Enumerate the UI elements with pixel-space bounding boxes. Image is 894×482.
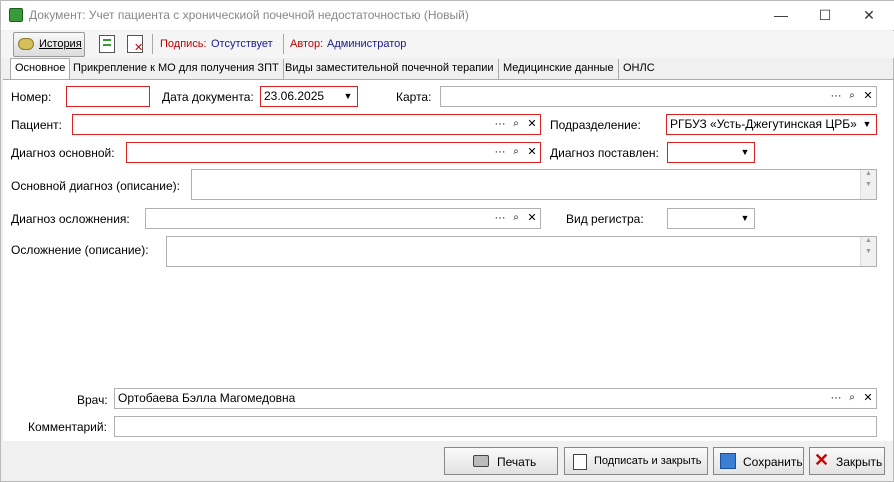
- main-diag-search-icon[interactable]: ⌕: [509, 144, 523, 161]
- main-diag-input[interactable]: ··· ⌕ ✕: [126, 142, 541, 163]
- print-button[interactable]: Печать: [444, 447, 558, 475]
- department-label: Подразделение:: [550, 118, 641, 132]
- scroll-down-icon[interactable]: ▼: [861, 181, 876, 188]
- registry-type-label: Вид регистра:: [566, 212, 644, 226]
- card-clear-icon[interactable]: ✕: [861, 88, 875, 105]
- doctor-clear-icon[interactable]: ✕: [861, 390, 875, 407]
- main-diag-desc-scrollbar[interactable]: ▲ ▼: [860, 170, 876, 199]
- document-window: Документ: Учет пациента с хроническиой п…: [0, 0, 894, 482]
- complication-search-icon[interactable]: ⌕: [509, 210, 523, 227]
- comment-label: Комментарий:: [28, 420, 107, 434]
- card-input[interactable]: ··· ⌕ ✕: [440, 86, 877, 107]
- card-search-icon[interactable]: ⌕: [845, 88, 859, 105]
- tab-onls[interactable]: ОНЛС: [619, 59, 659, 79]
- printer-icon: [473, 455, 489, 467]
- title-bar: Документ: Учет пациента с хроническиой п…: [1, 1, 894, 30]
- scroll-down-icon[interactable]: ▼: [861, 248, 876, 255]
- patient-ellipsis-icon[interactable]: ···: [493, 116, 507, 133]
- minimize-button[interactable]: —: [769, 5, 793, 25]
- department-select[interactable]: РГБУЗ «Усть-Джегутинская ЦРБ» ▼: [666, 114, 877, 135]
- toolbar-divider: [283, 34, 284, 54]
- number-input[interactable]: [66, 86, 150, 107]
- doc-date-dropdown-icon[interactable]: ▼: [339, 87, 357, 106]
- scroll-up-icon[interactable]: ▲: [861, 237, 876, 244]
- card-label: Карта:: [396, 90, 432, 104]
- tab-basic[interactable]: Основное: [10, 58, 71, 79]
- diag-set-select[interactable]: ▼: [667, 142, 755, 163]
- complication-desc-label: Осложнение (описание):: [11, 243, 149, 257]
- author-value: Администратор: [327, 38, 407, 50]
- maximize-button[interactable]: ☐: [813, 5, 837, 25]
- main-diag-ellipsis-icon[interactable]: ···: [493, 144, 507, 161]
- doc-date-input[interactable]: 23.06.2025 ▼: [260, 86, 358, 107]
- complication-desc-scrollbar[interactable]: ▲ ▼: [860, 237, 876, 266]
- close-button[interactable]: ✕ Закрыть: [809, 447, 885, 475]
- doctor-label: Врач:: [77, 393, 108, 407]
- sign-doc-icon[interactable]: [99, 35, 115, 53]
- tab-renal-therapy[interactable]: Виды заместительной почечной терапии: [281, 59, 499, 79]
- doctor-input[interactable]: Ортобаева Бэлла Магомедовна ··· ⌕ ✕: [114, 388, 877, 409]
- patient-search-icon[interactable]: ⌕: [509, 116, 523, 133]
- sign-doc-icon: [573, 454, 587, 470]
- complication-ellipsis-icon[interactable]: ···: [493, 210, 507, 227]
- history-button[interactable]: История: [13, 32, 85, 57]
- floppy-icon: [720, 453, 736, 469]
- author-label: Автор:: [290, 38, 324, 50]
- main-diag-clear-icon[interactable]: ✕: [525, 144, 539, 161]
- registry-type-dropdown-icon[interactable]: ▼: [736, 209, 754, 228]
- close-label: Закрыть: [836, 455, 883, 469]
- main-diag-label: Диагноз основной:: [11, 146, 115, 160]
- tab-mo-attachment[interactable]: Прикрепление к МО для получения ЗПТ: [69, 59, 284, 79]
- history-icon: [18, 38, 34, 50]
- doctor-ellipsis-icon[interactable]: ···: [829, 390, 843, 407]
- toolbar-divider: [152, 34, 153, 54]
- complication-clear-icon[interactable]: ✕: [525, 210, 539, 227]
- remove-sign-icon[interactable]: ✕: [127, 35, 143, 54]
- print-label: Печать: [497, 455, 537, 469]
- complication-diag-label: Диагноз осложнения:: [11, 212, 130, 226]
- main-diag-desc-textarea[interactable]: ▲ ▼: [191, 169, 877, 200]
- patient-input[interactable]: ··· ⌕ ✕: [72, 114, 541, 135]
- doc-date-value: 23.06.2025: [264, 89, 325, 103]
- complication-desc-textarea[interactable]: ▲ ▼: [166, 236, 877, 267]
- patient-clear-icon[interactable]: ✕: [525, 116, 539, 133]
- doctor-search-icon[interactable]: ⌕: [845, 390, 859, 407]
- diag-set-dropdown-icon[interactable]: ▼: [736, 143, 754, 162]
- patient-label: Пациент:: [11, 118, 63, 132]
- complication-diag-input[interactable]: ··· ⌕ ✕: [145, 208, 541, 229]
- number-label: Номер:: [11, 90, 52, 104]
- window-title: Документ: Учет пациента с хроническиой п…: [29, 8, 469, 22]
- comment-input[interactable]: [114, 416, 877, 437]
- card-ellipsis-icon[interactable]: ···: [829, 88, 843, 105]
- toolbar: История ✕ Подпись: Отсутствует Автор: Ад…: [1, 31, 894, 58]
- save-label: Сохранить: [743, 455, 803, 469]
- history-label: История: [39, 38, 82, 50]
- app-icon: [9, 8, 23, 22]
- doctor-value: Ортобаева Бэлла Магомедовна: [118, 391, 296, 405]
- save-button[interactable]: Сохранить: [713, 447, 804, 475]
- doc-date-label: Дата документа:: [162, 90, 254, 104]
- scroll-up-icon[interactable]: ▲: [861, 170, 876, 177]
- sign-value: Отсутствует: [211, 38, 273, 50]
- tab-medical-data[interactable]: Медицинские данные: [499, 59, 619, 79]
- registry-type-select[interactable]: ▼: [667, 208, 755, 229]
- sign-close-button[interactable]: Подписать и закрыть: [564, 447, 708, 475]
- department-dropdown-icon[interactable]: ▼: [858, 115, 876, 134]
- main-diag-desc-label: Основной диагноз (описание):: [11, 179, 180, 193]
- diag-set-label: Диагноз поставлен:: [550, 146, 659, 160]
- close-icon: ✕: [814, 450, 830, 470]
- sign-label: Подпись:: [160, 38, 207, 50]
- sign-close-label: Подписать и закрыть: [594, 455, 702, 467]
- close-window-button[interactable]: ✕: [857, 5, 881, 25]
- department-value: РГБУЗ «Усть-Джегутинская ЦРБ»: [670, 117, 857, 131]
